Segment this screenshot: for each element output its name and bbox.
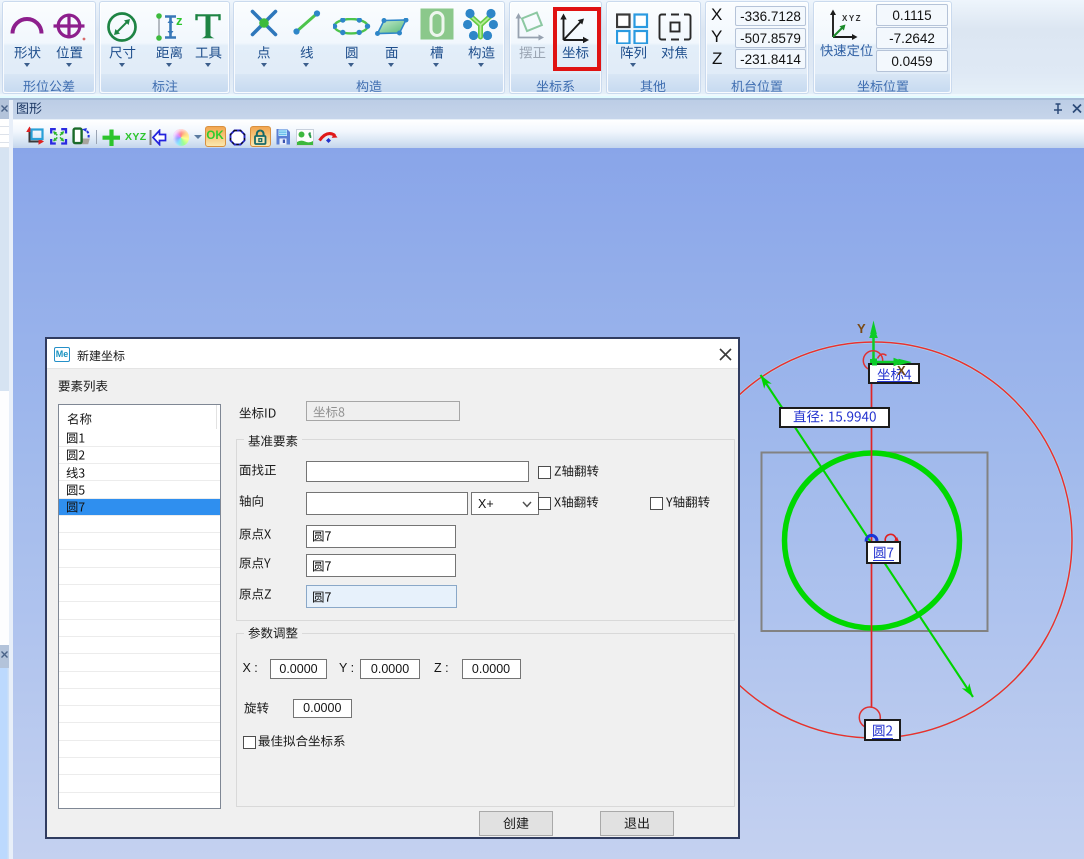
svg-text:XYZ: XYZ <box>842 14 862 23</box>
svg-text:z: z <box>176 13 183 28</box>
